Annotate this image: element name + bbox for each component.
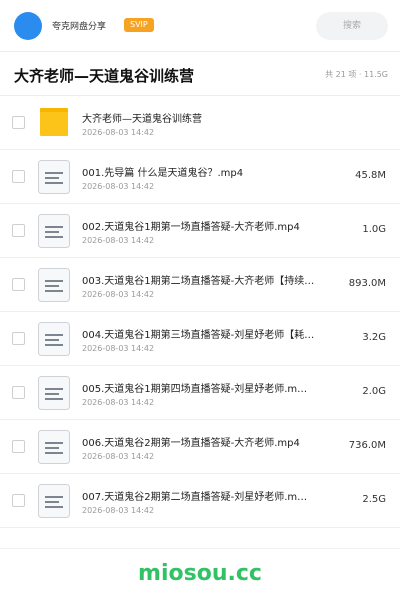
file-list: 大齐老师—天道鬼谷训练营 2026-08-03 14:42 001.先导篇 什么是天… [0,96,400,528]
file-row[interactable]: 002.天道鬼谷1期第一场直播答疑-大齐老师.mp4 2026-08-03 14:… [0,204,400,258]
file-row[interactable]: 005.天道鬼谷1期第四场直播答疑-刘星妤老师.m… 2026-08-03 14:… [0,366,400,420]
file-date: 2026-08-03 14:42 [82,290,155,299]
file-date: 2026-08-03 14:42 [82,128,155,137]
file-row[interactable]: 006.天道鬼谷2期第一场直播答疑-大齐老师.mp4 2026-08-03 14:… [0,420,400,474]
watermark-text: miosou.cc [138,561,262,586]
file-icon [38,268,70,302]
file-size: 45.8M [355,170,386,181]
row-checkbox[interactable] [12,440,25,453]
row-checkbox[interactable] [12,224,25,237]
folder-row[interactable]: 大齐老师—天道鬼谷训练营 2026-08-03 14:42 [0,96,400,150]
file-icon [38,322,70,356]
row-checkbox[interactable] [12,494,25,507]
file-name: 005.天道鬼谷1期第四场直播答疑-刘星妤老师.m… [82,384,308,395]
avatar[interactable] [14,12,42,40]
file-name: 002.天道鬼谷1期第一场直播答疑-大齐老师.mp4 [82,222,300,233]
file-name: 001.先导篇 什么是天道鬼谷？.mp4 [82,168,244,179]
file-name: 004.天道鬼谷1期第三场直播答疑-刘星妤老师【耗… [82,330,315,341]
file-name: 大齐老师—天道鬼谷训练营 [82,114,202,125]
file-date: 2026-08-03 14:42 [82,236,155,245]
row-checkbox[interactable] [12,386,25,399]
file-size: 893.0M [348,278,386,289]
file-date: 2026-08-03 14:42 [82,452,155,461]
folder-icon [38,106,70,140]
file-size: 2.0G [362,386,386,397]
file-row[interactable]: 001.先导篇 什么是天道鬼谷？.mp4 2026-08-03 14:42 45.8… [0,150,400,204]
search-input[interactable]: 搜索 [316,12,388,40]
file-size: 1.0G [362,224,386,235]
file-row[interactable]: 004.天道鬼谷1期第三场直播答疑-刘星妤老师【耗… 2026-08-03 14:… [0,312,400,366]
file-row[interactable]: 003.天道鬼谷1期第二场直播答疑-大齐老师【持续… 2026-08-03 14:… [0,258,400,312]
file-icon [38,160,70,194]
file-row[interactable]: 007.天道鬼谷2期第二场直播答疑-刘星妤老师.m… 2026-08-03 14:… [0,474,400,528]
page-title: 大齐老师—天道鬼谷训练营 [14,67,195,85]
file-icon [38,484,70,518]
file-name: 006.天道鬼谷2期第一场直播答疑-大齐老师.mp4 [82,438,300,449]
file-name: 007.天道鬼谷2期第二场直播答疑-刘星妤老师.m… [82,492,308,503]
file-icon [38,430,70,464]
svip-badge: SVIP [124,18,154,32]
row-checkbox[interactable] [12,332,25,345]
file-size: 736.0M [348,440,386,451]
file-icon [38,376,70,410]
username: 夸克网盘分享 [52,22,107,32]
file-size: 2.5G [362,494,386,505]
file-date: 2026-08-03 14:42 [82,398,155,407]
file-name: 003.天道鬼谷1期第二场直播答疑-大齐老师【持续… [82,276,315,287]
top-header: 夸克网盘分享 SVIP 搜索 [0,0,400,52]
row-checkbox[interactable] [12,278,25,291]
row-checkbox[interactable] [12,116,25,129]
file-icon [38,214,70,248]
file-date: 2026-08-03 14:42 [82,344,155,353]
folder-title-bar: 大齐老师—天道鬼谷训练营 共 21 项 · 11.5G [0,52,400,96]
file-date: 2026-08-03 14:42 [82,182,155,191]
footer: miosou.cc [0,548,400,600]
file-size: 3.2G [362,332,386,343]
file-date: 2026-08-03 14:42 [82,506,155,515]
row-checkbox[interactable] [12,170,25,183]
folder-summary: 共 21 项 · 11.5G [325,70,388,79]
